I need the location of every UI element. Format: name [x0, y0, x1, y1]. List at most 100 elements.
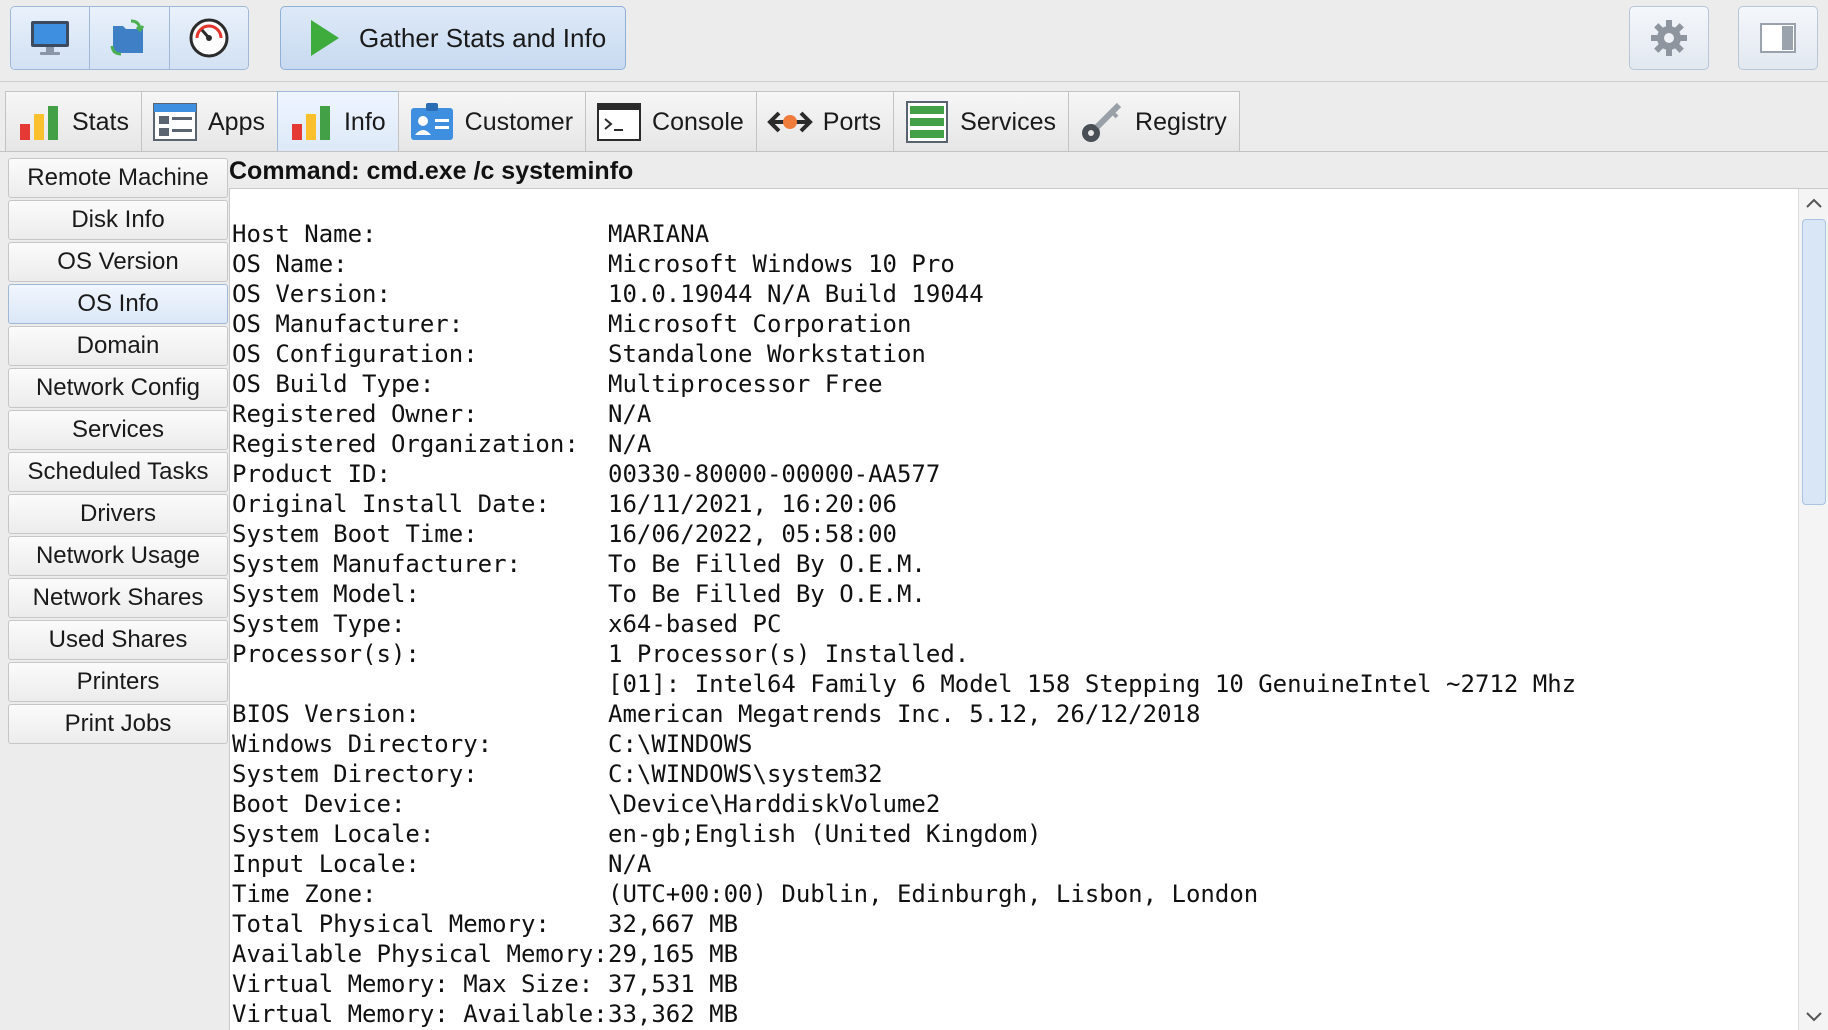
gear-icon	[1651, 20, 1687, 56]
output-key: Virtual Memory: Max Size:	[232, 970, 594, 998]
tab-apps[interactable]: Apps	[140, 91, 278, 152]
output-value: 1 Processor(s) Installed.	[608, 640, 970, 668]
tab-ports[interactable]: Ports	[755, 91, 895, 152]
output-value: C:\WINDOWS\system32	[608, 760, 883, 788]
output-row: OS Configuration: Standalone Workstation	[232, 339, 1576, 369]
output-value: 32,667 MB	[608, 910, 739, 938]
side-item-domain[interactable]: Domain	[8, 326, 228, 366]
output-row: System Manufacturer: To Be Filled By O.E.…	[232, 549, 1576, 579]
side-item-printers[interactable]: Printers	[8, 662, 228, 702]
output-key: System Manufacturer:	[232, 550, 521, 578]
chevron-up-icon	[1806, 198, 1822, 208]
vertical-scrollbar[interactable]	[1798, 189, 1828, 1030]
output-key: Virtual Memory: Available:	[232, 1000, 608, 1028]
side-item-os-version[interactable]: OS Version	[8, 242, 228, 282]
scroll-up-button[interactable]	[1799, 189, 1828, 217]
command-label: Command: cmd.exe /c systeminfo	[229, 156, 634, 185]
side-item-drivers[interactable]: Drivers	[8, 494, 228, 534]
output-value: N/A	[608, 850, 652, 878]
play-icon	[311, 20, 339, 56]
gather-stats-button[interactable]: Gather Stats and Info	[280, 6, 626, 70]
main-toolbar: Gather Stats and Info	[0, 0, 1828, 82]
output-value: 37,531 MB	[608, 970, 739, 998]
apps-window-icon	[152, 100, 198, 144]
gather-stats-label: Gather Stats and Info	[359, 22, 607, 53]
scrollbar-thumb[interactable]	[1802, 219, 1826, 505]
output-value: Multiprocessor Free	[608, 370, 883, 398]
tab-apps-label: Apps	[207, 107, 265, 136]
output-value: en-gb;English (United Kingdom)	[608, 820, 1042, 848]
tab-console[interactable]: Console	[585, 91, 757, 152]
tab-divider	[0, 151, 1828, 152]
output-row: Total Physical Memory: 32,667 MB	[232, 909, 1576, 939]
output-row: Product ID: 00330-80000-00000-AA577	[232, 459, 1576, 489]
side-item-print-jobs[interactable]: Print Jobs	[8, 704, 228, 744]
tab-stats[interactable]: Stats	[5, 91, 142, 152]
output-value: [01]: Intel64 Family 6 Model 158 Steppin…	[608, 670, 1577, 698]
output-row: Virtual Memory: Max Size: 37,531 MB	[232, 969, 1576, 999]
output-key: System Model:	[232, 580, 420, 608]
tab-info-label: Info	[343, 107, 386, 136]
output-value: To Be Filled By O.E.M.	[608, 580, 926, 608]
toggle-panel-button[interactable]	[1738, 6, 1818, 70]
output-row: System Model: To Be Filled By O.E.M.	[232, 579, 1576, 609]
output-row: System Boot Time: 16/06/2022, 05:58:00	[232, 519, 1576, 549]
output-key: Total Physical Memory:	[232, 910, 550, 938]
settings-button[interactable]	[1629, 6, 1709, 70]
performance-button[interactable]	[169, 7, 248, 69]
side-item-remote-machine[interactable]: Remote Machine	[8, 158, 228, 198]
output-value: 33,362 MB	[608, 1000, 739, 1028]
output-key: Original Install Date:	[232, 490, 550, 518]
file-transfer-button[interactable]	[90, 7, 170, 69]
output-value: x64-based PC	[608, 610, 782, 638]
output-value: 00330-80000-00000-AA577	[608, 460, 941, 488]
side-item-used-shares[interactable]: Used Shares	[8, 620, 228, 660]
side-item-disk-info[interactable]: Disk Info	[8, 200, 228, 240]
monitor-view-button[interactable]	[11, 7, 91, 69]
side-item-services[interactable]: Services	[8, 410, 228, 450]
tab-services[interactable]: Services	[893, 91, 1070, 152]
output-row: BIOS Version: American Megatrends Inc. 5.…	[232, 699, 1576, 729]
output-key: System Locale:	[232, 820, 435, 848]
output-key: Time Zone:	[232, 880, 377, 908]
side-item-network-config[interactable]: Network Config	[8, 368, 228, 408]
output-row: Boot Device: \Device\HarddiskVolume2	[232, 789, 1576, 819]
command-output-area[interactable]: Host Name: MARIANA OS Name: Microsoft Windo…	[229, 188, 1828, 1030]
sidebar-panel-icon	[1760, 23, 1796, 53]
output-row: Registered Organization: N/A	[232, 429, 1576, 459]
side-item-os-info[interactable]: OS Info	[8, 284, 228, 324]
ports-arrows-icon	[766, 100, 813, 144]
output-value: \Device\HarddiskVolume2	[608, 790, 941, 818]
output-value: Standalone Workstation	[608, 340, 926, 368]
output-key: Boot Device:	[232, 790, 406, 818]
tab-customer[interactable]: Customer	[397, 91, 587, 152]
output-row: OS Version: 10.0.19044 N/A Build 19044	[232, 279, 1576, 309]
output-value: Microsoft Windows 10 Pro	[608, 250, 955, 278]
bar-chart-icon	[288, 100, 334, 144]
scroll-down-button[interactable]	[1799, 1003, 1828, 1030]
output-row: OS Name: Microsoft Windows 10 Pro	[232, 249, 1576, 279]
tab-info[interactable]: Info	[276, 91, 399, 152]
output-row: Registered Owner: N/A	[232, 399, 1576, 429]
output-key: OS Build Type:	[232, 370, 435, 398]
side-item-network-usage[interactable]: Network Usage	[8, 536, 228, 576]
tab-customer-label: Customer	[464, 107, 574, 136]
side-item-network-shares[interactable]: Network Shares	[8, 578, 228, 618]
output-value: N/A	[608, 400, 652, 428]
output-key: Available Physical Memory:	[232, 940, 608, 968]
tab-registry[interactable]: Registry	[1068, 91, 1240, 152]
tab-services-label: Services	[960, 107, 1057, 136]
output-row: System Locale: en-gb;English (United King…	[232, 819, 1576, 849]
bar-chart-icon	[16, 100, 62, 144]
output-row: Original Install Date: 16/11/2021, 16:20:…	[232, 489, 1576, 519]
output-rows: Host Name: MARIANA OS Name: Microsoft Windo…	[232, 219, 1576, 1029]
info-category-list: Remote Machine Disk Info OS Version OS I…	[8, 158, 228, 746]
side-item-scheduled-tasks[interactable]: Scheduled Tasks	[8, 452, 228, 492]
output-value: 29,165 MB	[608, 940, 739, 968]
output-key: OS Configuration:	[232, 340, 478, 368]
output-key: Windows Directory:	[232, 730, 493, 758]
file-transfer-icon	[110, 19, 145, 56]
monitor-icon	[31, 21, 70, 55]
output-value: 16/11/2021, 16:20:06	[608, 490, 897, 518]
output-key: Registered Organization:	[232, 430, 579, 458]
